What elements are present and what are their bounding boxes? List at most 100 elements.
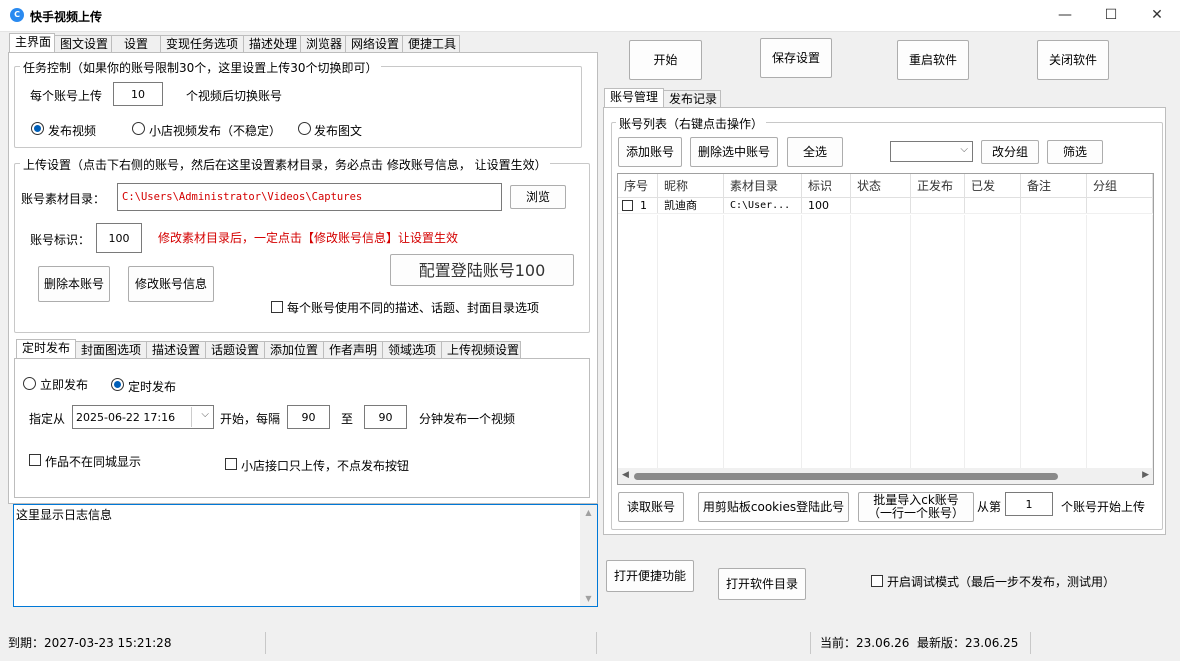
log-scrollbar[interactable]: ▲ ▼ [580, 505, 597, 606]
checkbox-shop-upload-only-label: 小店接口只上传，不点发布按钮 [241, 459, 410, 473]
checkbox-different-settings[interactable] [271, 301, 283, 313]
radio-publish-timed[interactable] [111, 378, 124, 391]
col-status[interactable]: 状态 [851, 174, 911, 197]
tab-cover-options[interactable]: 封面图选项 [75, 341, 147, 359]
table-row[interactable]: 1 凯迪商 C:\User... 100 [618, 198, 1153, 214]
tab-settings[interactable]: 设置 [111, 35, 161, 53]
cell-note [1021, 198, 1087, 213]
open-software-dir-button[interactable]: 打开软件目录 [718, 568, 806, 600]
checkbox-hide-city[interactable] [29, 454, 41, 466]
close-software-button[interactable]: 关闭软件 [1037, 40, 1109, 80]
expire-status: 到期：2027-03-23 15:21:28 [8, 636, 172, 650]
cell-status [851, 198, 911, 213]
delete-account-button[interactable]: 删除本账号 [38, 266, 110, 302]
col-sent[interactable]: 已发 [965, 174, 1021, 197]
status-separator [596, 632, 597, 654]
window-title: 快手视频上传 [30, 10, 103, 24]
row-index: 1 [640, 199, 647, 212]
task-control-legend: 任务控制（如果你的账号限制30个，这里设置上传30个切换即可） [20, 59, 381, 76]
scroll-left-icon[interactable]: ◀ [622, 470, 629, 480]
from-index-input[interactable]: 1 [1005, 492, 1053, 516]
radio-publish-image[interactable] [298, 122, 311, 135]
datetime-picker[interactable]: 2025-06-22 17:16 ⌵ [72, 405, 214, 429]
scroll-thumb[interactable] [634, 473, 1058, 480]
sub-tab-strip: 定时发布 封面图选项 描述设置 话题设置 添加位置 作者声明 领域选项 上传视频… [16, 339, 521, 359]
col-note[interactable]: 备注 [1021, 174, 1087, 197]
maximize-icon[interactable]: ☐ [1088, 0, 1134, 30]
add-account-button[interactable]: 添加账号 [618, 137, 682, 167]
scroll-up-icon[interactable]: ▲ [580, 508, 597, 517]
interval-min-input[interactable]: 90 [287, 405, 330, 429]
title-bar: C 快手视频上传 — ☐ ✕ [0, 0, 1180, 32]
tab-image-text-settings[interactable]: 图文设置 [54, 35, 112, 53]
dir-warning: 修改素材目录后，一定点击【修改账号信息】让设置生效 [158, 231, 459, 245]
tab-browser[interactable]: 浏览器 [300, 35, 346, 53]
tab-main[interactable]: 主界面 [9, 33, 55, 53]
filter-button[interactable]: 筛选 [1047, 140, 1103, 164]
tab-topic-settings[interactable]: 话题设置 [205, 341, 265, 359]
start-button[interactable]: 开始 [629, 40, 702, 80]
batch-import-line2: （一行一个账号） [867, 506, 964, 520]
chevron-down-icon[interactable]: ⌵ [201, 409, 209, 420]
clipboard-login-button[interactable]: 用剪贴板cookies登陆此号 [698, 492, 849, 522]
tab-scheduled-publish[interactable]: 定时发布 [16, 339, 76, 359]
col-dir[interactable]: 素材目录 [724, 174, 802, 197]
tab-tools[interactable]: 便捷工具 [402, 35, 460, 53]
account-grid[interactable]: 序号 昵称 素材目录 标识 状态 正发布 已发 备注 分组 1 凯迪商 C:\U… [617, 173, 1154, 485]
modify-account-button[interactable]: 修改账号信息 [128, 266, 214, 302]
interval-max-input[interactable]: 90 [364, 405, 407, 429]
tab-domain-options[interactable]: 领域选项 [382, 341, 442, 359]
tab-account-management[interactable]: 账号管理 [604, 88, 664, 108]
col-index[interactable]: 序号 [618, 174, 658, 197]
start-label: 开始，每隔 [220, 412, 281, 426]
cell-sent [965, 198, 1021, 213]
read-accounts-button[interactable]: 读取账号 [618, 492, 684, 522]
per-account-input[interactable]: 10 [113, 82, 163, 106]
log-textarea[interactable]: 这里显示日志信息 ▲ ▼ [13, 504, 598, 607]
datetime-value: 2025-06-22 17:16 [76, 410, 176, 424]
tab-author-statement[interactable]: 作者声明 [323, 341, 383, 359]
checkbox-shop-upload-only[interactable] [225, 458, 237, 470]
change-group-button[interactable]: 改分组 [981, 140, 1039, 164]
col-publishing[interactable]: 正发布 [911, 174, 965, 197]
account-list-legend: 账号列表（右键点击操作） [616, 115, 767, 132]
batch-import-button[interactable]: 批量导入ck账号 （一行一个账号） [858, 492, 974, 522]
radio-shop-video-label: 小店视频发布（不稳定） [149, 124, 282, 138]
radio-publish-video[interactable] [31, 122, 44, 135]
select-all-button[interactable]: 全选 [787, 137, 843, 167]
scroll-right-icon[interactable]: ▶ [1142, 470, 1149, 480]
radio-publish-timed-label: 定时发布 [128, 380, 177, 394]
tab-monetization[interactable]: 变现任务选项 [160, 35, 244, 53]
tab-description[interactable]: 描述处理 [243, 35, 301, 53]
tab-add-location[interactable]: 添加位置 [264, 341, 324, 359]
tab-publish-records[interactable]: 发布记录 [663, 90, 721, 108]
tab-upload-video-settings[interactable]: 上传视频设置 [441, 341, 521, 359]
browse-button[interactable]: 浏览 [510, 185, 566, 209]
tab-description-settings[interactable]: 描述设置 [146, 341, 206, 359]
cell-dir: C:\User... [724, 198, 802, 213]
radio-publish-now[interactable] [23, 377, 36, 390]
latest-version: 最新版：23.06.25 [917, 636, 1019, 650]
open-shortcuts-button[interactable]: 打开便捷功能 [606, 560, 694, 592]
restart-button[interactable]: 重启软件 [897, 40, 969, 80]
scroll-down-icon[interactable]: ▼ [580, 594, 597, 603]
tab-network[interactable]: 网络设置 [345, 35, 403, 53]
save-settings-button[interactable]: 保存设置 [760, 38, 832, 78]
dir-input[interactable]: C:\Users\Administrator\Videos\Captures [117, 183, 502, 211]
col-id[interactable]: 标识 [802, 174, 851, 197]
close-icon[interactable]: ✕ [1134, 0, 1180, 30]
cell-index: 1 [618, 198, 658, 213]
delete-selected-button[interactable]: 删除选中账号 [690, 137, 778, 167]
debug-mode-checkbox[interactable] [871, 575, 883, 587]
col-group[interactable]: 分组 [1087, 174, 1153, 197]
id-input[interactable]: 100 [96, 223, 142, 253]
minimize-icon[interactable]: — [1042, 0, 1088, 30]
radio-shop-video[interactable] [132, 122, 145, 135]
col-nickname[interactable]: 昵称 [658, 174, 724, 197]
id-label: 账号标识： [30, 233, 91, 247]
row-checkbox[interactable] [622, 200, 633, 211]
chevron-down-icon[interactable]: ⌵ [960, 144, 968, 155]
grid-hscrollbar[interactable]: ◀ ▶ [618, 468, 1153, 484]
group-select[interactable]: ⌵ [890, 141, 973, 162]
config-login-button[interactable]: 配置登陆账号100 [390, 254, 574, 286]
